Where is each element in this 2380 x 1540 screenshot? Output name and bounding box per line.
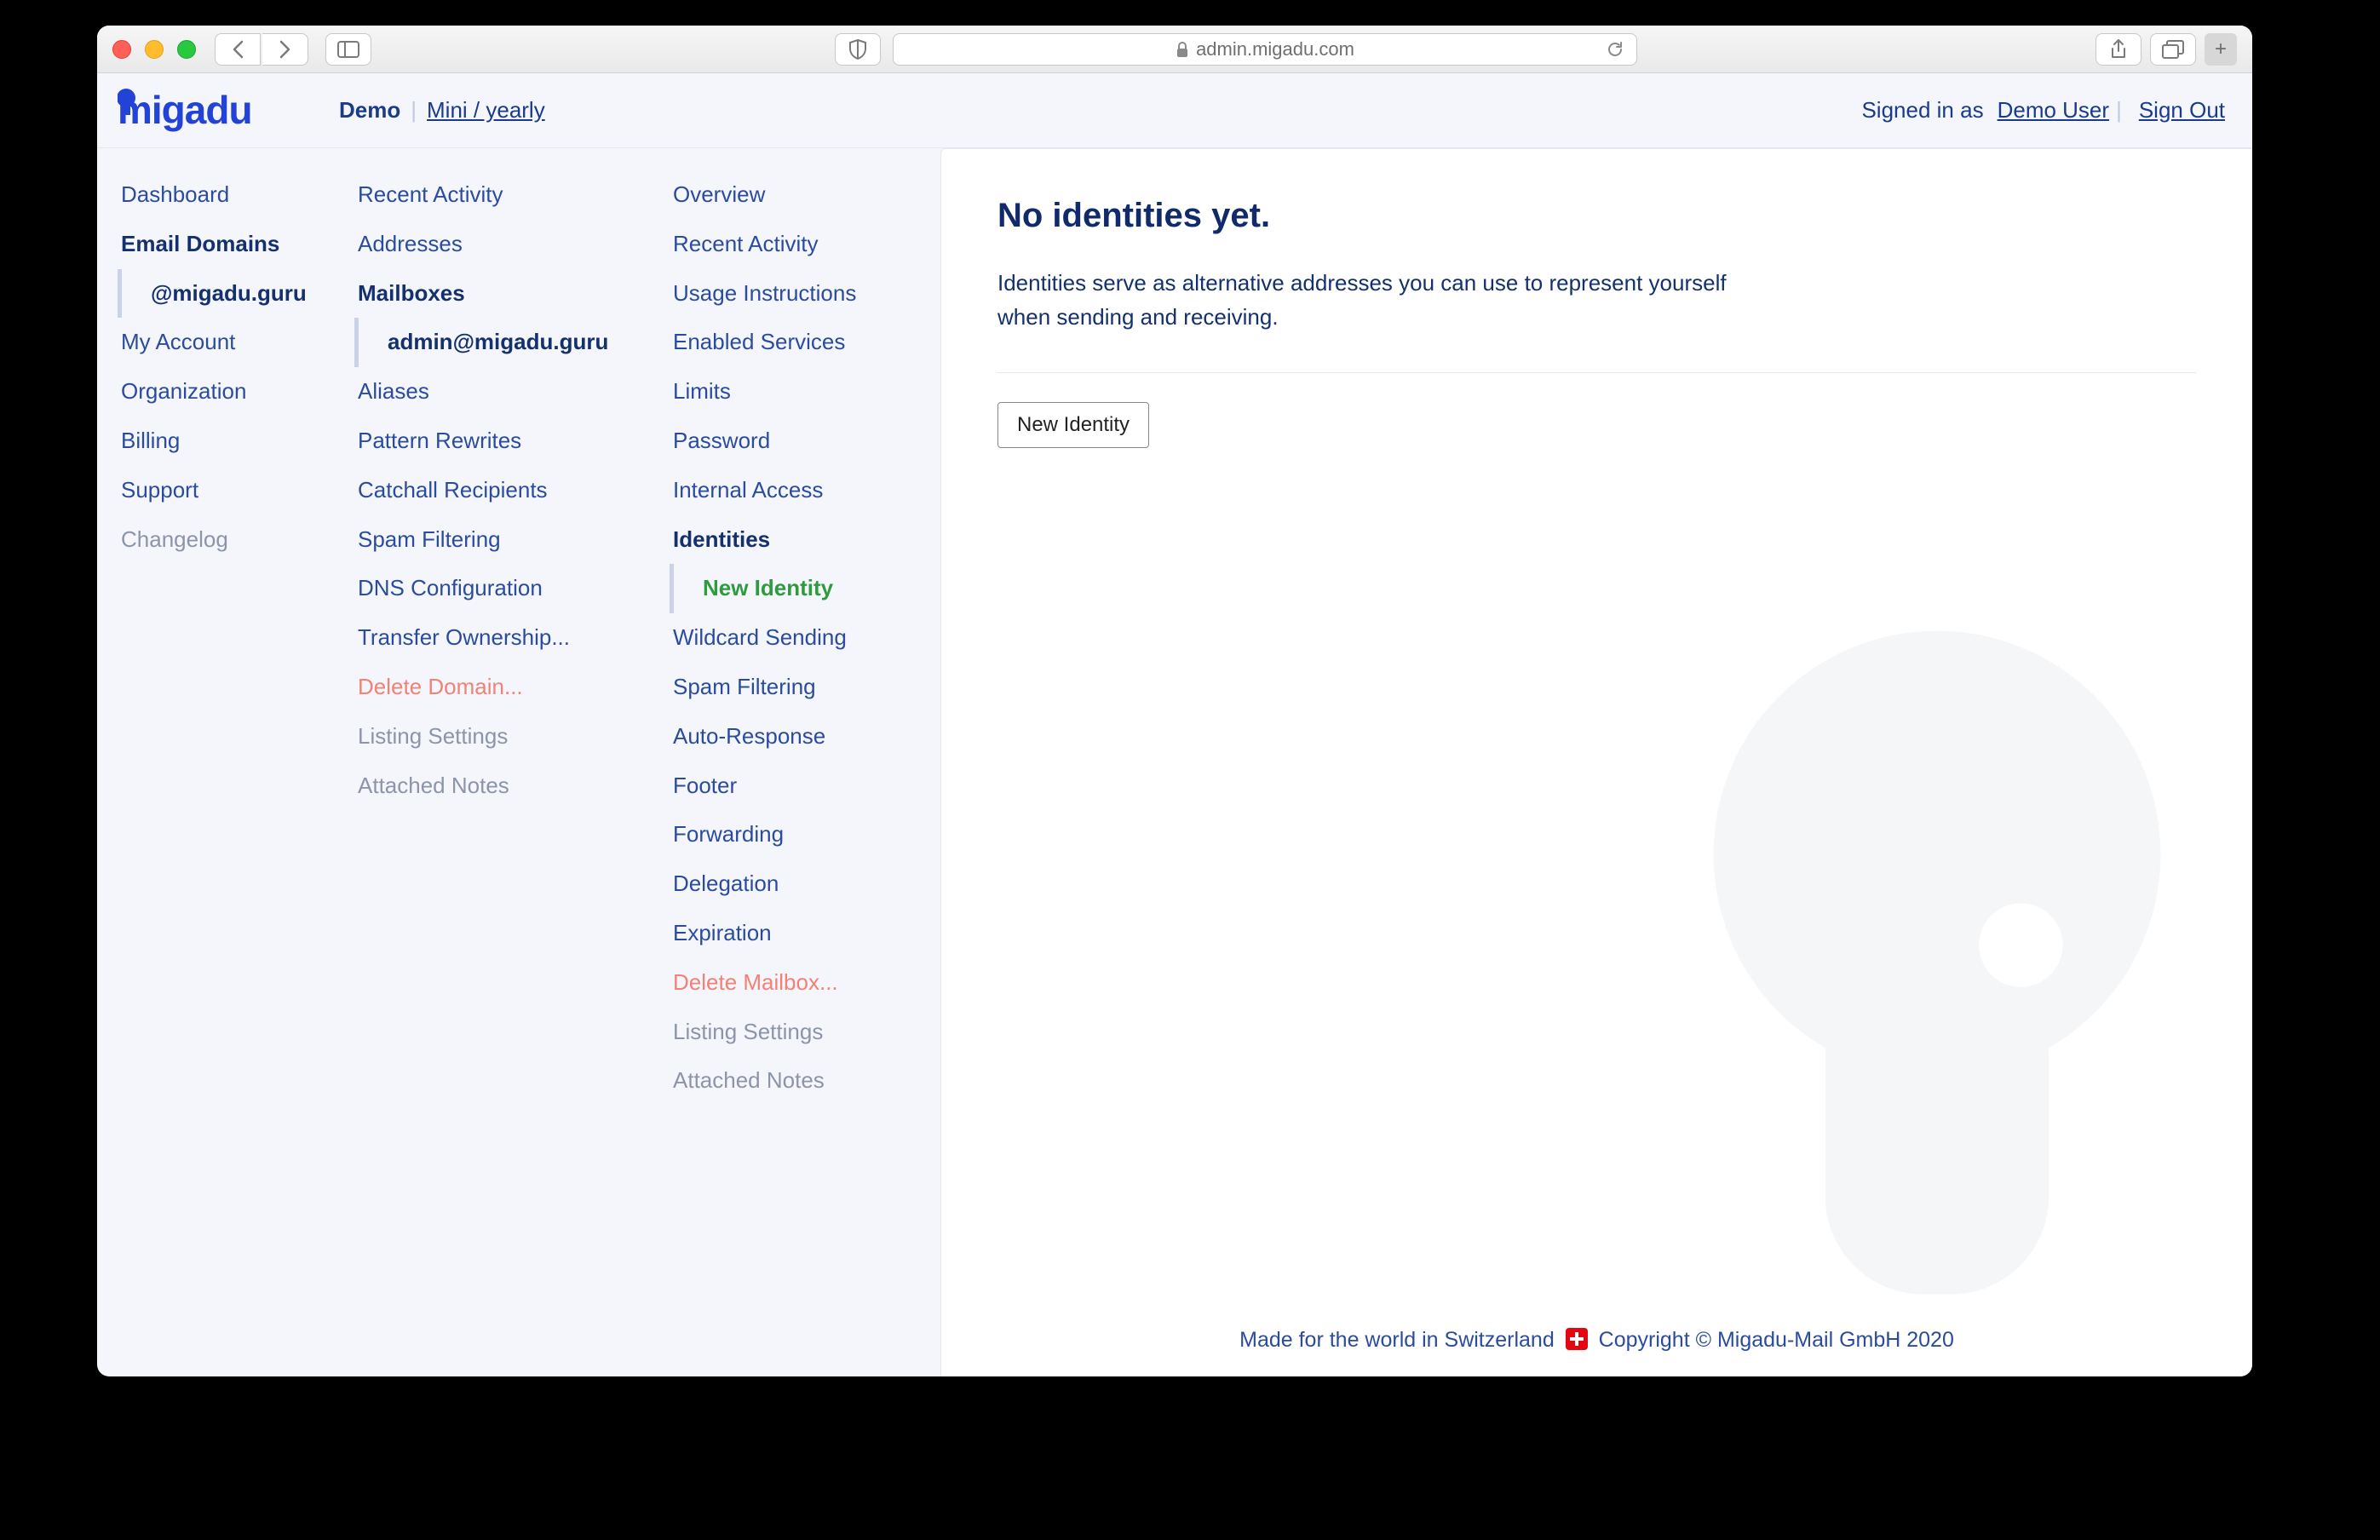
nav-column-3: Overview Recent Activity Usage Instructi… xyxy=(659,148,940,1376)
page-description: Identities serve as alternative addresse… xyxy=(997,266,1747,335)
sign-out-link[interactable]: Sign Out xyxy=(2139,97,2225,124)
chevron-right-icon xyxy=(279,40,291,59)
sidebar-toggle-button[interactable] xyxy=(325,33,371,66)
nav-mailbox-sub[interactable]: admin@migadu.guru xyxy=(354,318,652,367)
nav-spam-filtering[interactable]: Spam Filtering xyxy=(351,515,652,565)
nav-listing-settings[interactable]: Listing Settings xyxy=(351,712,652,761)
nav-support[interactable]: Support xyxy=(114,466,337,515)
browser-window: admin.migadu.com + migadu Demo | Min xyxy=(97,26,2252,1376)
logo[interactable]: migadu xyxy=(118,88,313,134)
maximize-window-button[interactable] xyxy=(177,40,196,59)
svg-text:migadu: migadu xyxy=(118,88,252,132)
nav-aliases[interactable]: Aliases xyxy=(351,367,652,417)
minimize-window-button[interactable] xyxy=(145,40,164,59)
nav-mailboxes[interactable]: Mailboxes xyxy=(351,269,652,319)
new-identity-button[interactable]: New Identity xyxy=(997,402,1149,448)
page-title: No identities yet. xyxy=(997,197,2196,235)
migadu-logo-icon: migadu xyxy=(118,88,313,134)
separator: | xyxy=(411,97,417,124)
footer-left: Made for the world in Switzerland xyxy=(1239,1328,1555,1352)
nav-wildcard[interactable]: Wildcard Sending xyxy=(666,613,934,663)
nav-pattern-rewrites[interactable]: Pattern Rewrites xyxy=(351,417,652,466)
refresh-button[interactable] xyxy=(1606,40,1624,59)
share-button[interactable] xyxy=(2095,33,2141,66)
nav-organization[interactable]: Organization xyxy=(114,367,337,417)
app-header: migadu Demo | Mini / yearly Signed in as… xyxy=(97,73,2252,148)
nav-changelog[interactable]: Changelog xyxy=(114,515,337,565)
nav-auto-response[interactable]: Auto-Response xyxy=(666,712,934,761)
nav-column-2: Recent Activity Addresses Mailboxes admi… xyxy=(344,148,659,1376)
nav-listing-settings-3[interactable]: Listing Settings xyxy=(666,1008,934,1057)
tabs-button[interactable] xyxy=(2150,33,2196,66)
nav-forwarding[interactable]: Forwarding xyxy=(666,810,934,859)
nav-domain-sub[interactable]: @migadu.guru xyxy=(118,269,337,319)
nav-enabled[interactable]: Enabled Services xyxy=(666,318,934,367)
nav-usage[interactable]: Usage Instructions xyxy=(666,269,934,319)
titlebar: admin.migadu.com + xyxy=(97,26,2252,73)
refresh-icon xyxy=(1606,40,1624,59)
new-tab-button[interactable]: + xyxy=(2205,33,2237,66)
nav-billing[interactable]: Billing xyxy=(114,417,337,466)
app-body: Dashboard Email Domains @migadu.guru My … xyxy=(97,148,2252,1376)
watermark-icon xyxy=(1588,610,2252,1308)
back-button[interactable] xyxy=(215,33,261,66)
nav-dns[interactable]: DNS Configuration xyxy=(351,564,652,613)
window-controls xyxy=(112,40,196,59)
main-content: No identities yet. Identities serve as a… xyxy=(940,148,2252,1376)
lock-icon xyxy=(1176,41,1189,58)
nav-addresses[interactable]: Addresses xyxy=(351,220,652,269)
nav-limits[interactable]: Limits xyxy=(666,367,934,417)
nav-spam-filtering-3[interactable]: Spam Filtering xyxy=(666,663,934,712)
nav-delete-mailbox[interactable]: Delete Mailbox... xyxy=(666,958,934,1008)
footer-right: Copyright © Migadu-Mail GmbH 2020 xyxy=(1599,1328,1954,1352)
tabs-icon xyxy=(2162,40,2184,59)
privacy-button[interactable] xyxy=(835,33,881,66)
nav-expiration[interactable]: Expiration xyxy=(666,909,934,958)
nav-internal-access[interactable]: Internal Access xyxy=(666,466,934,515)
nav-column-1: Dashboard Email Domains @migadu.guru My … xyxy=(97,148,344,1376)
nav-overview[interactable]: Overview xyxy=(666,170,934,220)
nav-new-identity[interactable]: New Identity xyxy=(670,564,934,613)
plus-icon: + xyxy=(2215,37,2227,61)
url-text: admin.migadu.com xyxy=(1196,38,1354,60)
nav-my-account[interactable]: My Account xyxy=(114,318,337,367)
signed-in-text: Signed in as xyxy=(1861,97,1983,124)
header-right: Signed in as Demo User | Sign Out xyxy=(1861,97,2232,124)
nav-password[interactable]: Password xyxy=(666,417,934,466)
nav-attached-notes-3[interactable]: Attached Notes xyxy=(666,1056,934,1106)
nav-footer[interactable]: Footer xyxy=(666,761,934,811)
plan-link[interactable]: Mini / yearly xyxy=(427,97,545,124)
separator: | xyxy=(2116,97,2122,124)
close-window-button[interactable] xyxy=(112,40,131,59)
divider xyxy=(997,372,2196,373)
nav-email-domains[interactable]: Email Domains xyxy=(114,220,337,269)
nav-delete-domain[interactable]: Delete Domain... xyxy=(351,663,652,712)
nav-identities[interactable]: Identities xyxy=(666,515,934,565)
shield-icon xyxy=(848,39,867,60)
titlebar-right-buttons: + xyxy=(2095,33,2237,66)
swiss-flag-icon xyxy=(1566,1328,1588,1350)
forward-button[interactable] xyxy=(262,33,308,66)
nav-recent-activity[interactable]: Recent Activity xyxy=(351,170,652,220)
app-footer: Made for the world in Switzerland Copyri… xyxy=(941,1328,2252,1353)
share-icon xyxy=(2110,39,2127,60)
demo-label: Demo xyxy=(339,97,400,124)
nav-delegation[interactable]: Delegation xyxy=(666,859,934,909)
nav-catchall[interactable]: Catchall Recipients xyxy=(351,466,652,515)
nav-back-forward xyxy=(215,33,308,66)
chevron-left-icon xyxy=(232,40,244,59)
nav-attached-notes[interactable]: Attached Notes xyxy=(351,761,652,811)
nav-recent-activity-3[interactable]: Recent Activity xyxy=(666,220,934,269)
sidebar-icon xyxy=(337,41,359,58)
nav-dashboard[interactable]: Dashboard xyxy=(114,170,337,220)
user-link[interactable]: Demo User xyxy=(1998,97,2109,124)
nav-transfer[interactable]: Transfer Ownership... xyxy=(351,613,652,663)
address-bar[interactable]: admin.migadu.com xyxy=(893,33,1638,66)
